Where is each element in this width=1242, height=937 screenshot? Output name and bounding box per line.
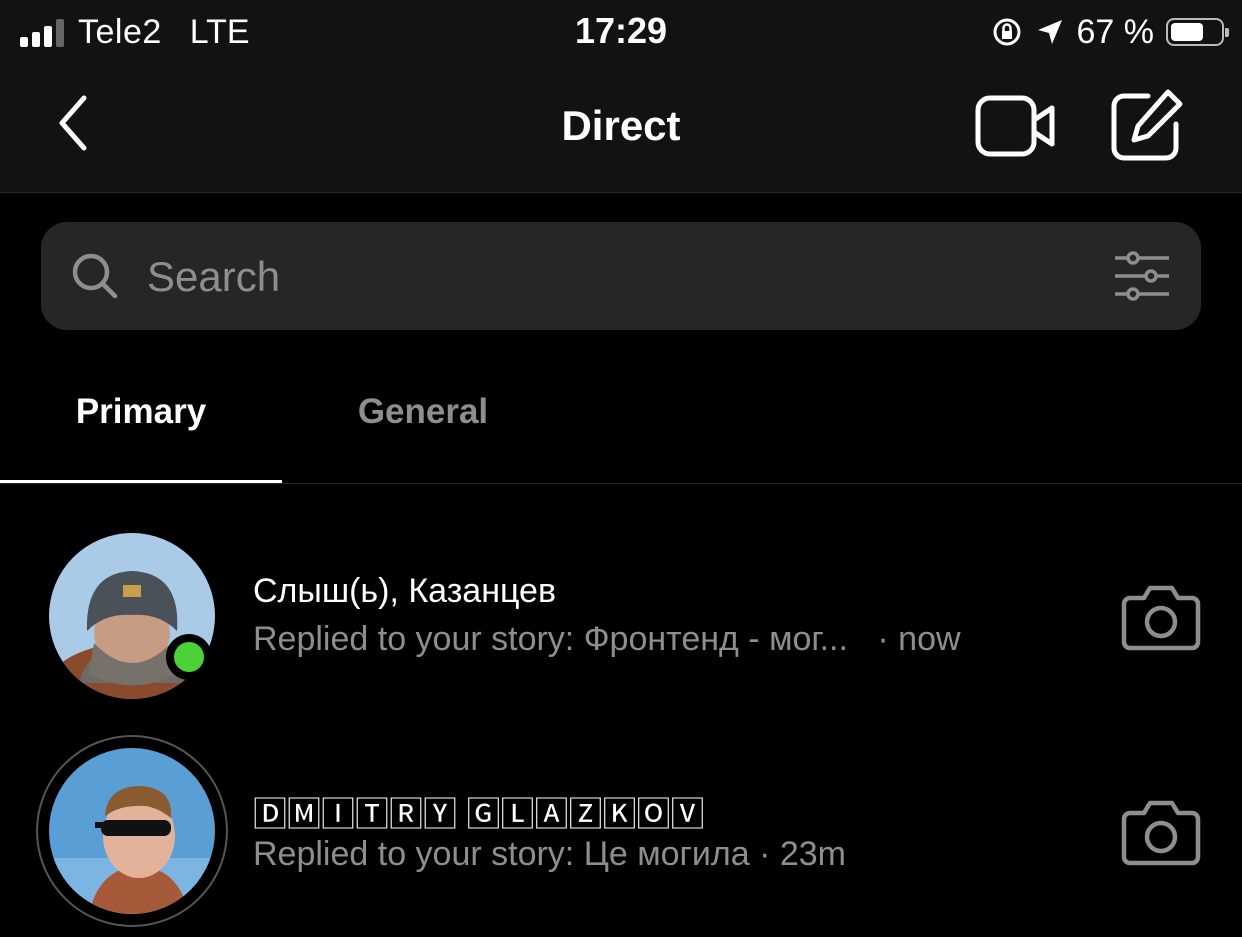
preview-text: Replied to your story: Це могила xyxy=(253,835,750,873)
preview-time: · now xyxy=(877,620,961,658)
status-bar: Tele2 LTE 17:29 67 % xyxy=(0,0,1242,66)
conversation-preview: Replied to your story: Це могила · 23m xyxy=(253,835,846,874)
conversation-name: 🄳🄼🄸🅃🅁🅈 🄶🄻🄰🅉🄺🄾🅅 xyxy=(253,796,705,834)
preview-time: · 23m xyxy=(759,835,847,873)
search-icon xyxy=(72,253,118,299)
conversation-name: Слыш(ь), Казанцев xyxy=(253,572,557,610)
search-bar[interactable] xyxy=(41,222,1201,330)
video-camera-icon[interactable] xyxy=(972,88,1058,164)
inbox-tabs: Primary General xyxy=(0,370,1242,484)
conversation-row[interactable]: 🄳🄼🄸🅃🅁🅈 🄶🄻🄰🅉🄺🄾🅅 Replied to your story: Це… xyxy=(0,735,1242,935)
avatar[interactable] xyxy=(36,520,228,712)
avatar[interactable] xyxy=(36,735,228,927)
conversation-row[interactable]: Слыш(ь), Казанцев Replied to your story:… xyxy=(0,520,1242,720)
camera-icon[interactable] xyxy=(1120,793,1202,867)
preview-text: Replied to your story: Фронтенд - мог... xyxy=(253,620,848,658)
avatar-image xyxy=(49,748,215,914)
orientation-lock-icon xyxy=(993,18,1020,46)
search-input[interactable] xyxy=(145,244,1089,310)
nav-bar: Direct xyxy=(0,66,1242,193)
location-arrow-icon xyxy=(1037,20,1062,44)
online-status-dot xyxy=(166,634,212,680)
tab-primary[interactable]: Primary xyxy=(0,370,282,483)
battery-percent: 67 % xyxy=(1076,12,1155,51)
conversation-preview: Replied to your story: Фронтенд - мог...… xyxy=(253,620,961,659)
tab-general[interactable]: General xyxy=(282,370,564,482)
camera-icon[interactable] xyxy=(1120,578,1202,652)
compose-icon[interactable] xyxy=(1106,86,1186,166)
battery-icon xyxy=(1166,18,1229,46)
filter-sliders-icon[interactable] xyxy=(1111,250,1173,302)
